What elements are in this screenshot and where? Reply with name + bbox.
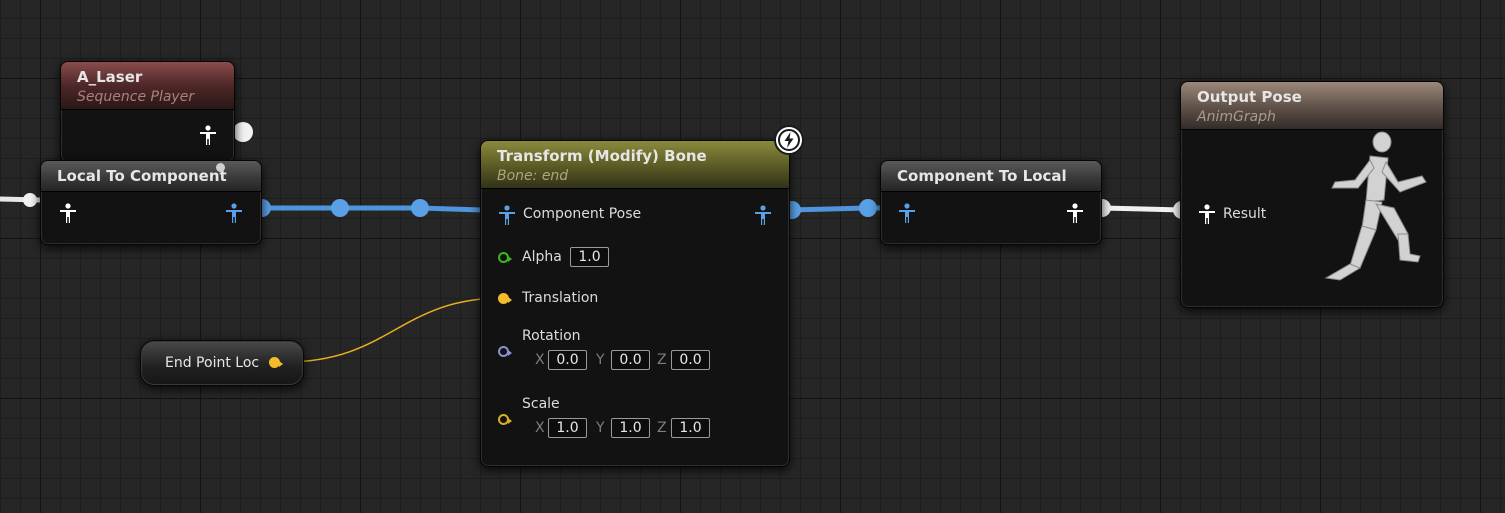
wire-local-to-transform[interactable]: [262, 205, 483, 213]
component-to-local-title: Component To Local: [897, 167, 1067, 185]
wire-endpoint-to-translation[interactable]: [284, 297, 504, 363]
rotation-z-input[interactable]: 0.0: [671, 350, 710, 370]
pose-output-pin-icon[interactable]: [754, 205, 772, 225]
pose-output-pin-icon[interactable]: [199, 125, 217, 145]
end-point-loc-label: End Point Loc: [165, 355, 260, 371]
reroute-knot-1[interactable]: [331, 199, 349, 217]
alpha-label: Alpha: [522, 249, 562, 265]
reroute-knot-3[interactable]: [859, 199, 877, 217]
local-to-component-node[interactable]: Local To Component: [40, 160, 262, 245]
alpha-input[interactable]: 1.0: [570, 247, 609, 267]
sequence-player-subtitle: Sequence Player: [77, 89, 195, 105]
sequence-player-node[interactable]: A_Laser Sequence Player: [60, 61, 235, 163]
scale-z-axis-label: Z: [657, 420, 667, 436]
transform-modify-bone-subtitle: Bone: end: [497, 168, 569, 184]
pin-dot-icon: [216, 163, 225, 172]
scale-pin-icon[interactable]: [498, 414, 512, 425]
end-point-loc-output-pin-icon[interactable]: [269, 357, 283, 368]
scale-y-axis-label: Y: [596, 420, 605, 436]
rotation-x-axis-label: X: [535, 352, 545, 368]
sequence-player-header[interactable]: A_Laser Sequence Player: [61, 62, 234, 110]
result-label: Result: [1223, 206, 1267, 222]
transform-modify-bone-node[interactable]: Transform (Modify) Bone Bone: end Compon…: [480, 140, 790, 467]
end-point-loc-variable-node[interactable]: End Point Loc: [140, 340, 304, 386]
output-pose-header[interactable]: Output Pose AnimGraph: [1181, 82, 1443, 130]
component-to-local-node[interactable]: Component To Local: [880, 160, 1102, 245]
component-pose-label: Component Pose: [523, 206, 642, 222]
output-pose-subtitle: AnimGraph: [1197, 109, 1276, 125]
translation-label: Translation: [522, 290, 599, 306]
reroute-knot-2[interactable]: [411, 199, 429, 217]
rotation-label: Rotation: [522, 328, 581, 344]
reroute-knot-top[interactable]: [233, 122, 253, 142]
mannequin-running-icon: [1300, 130, 1440, 290]
scale-label: Scale: [522, 396, 560, 412]
pose-input-pin-icon[interactable]: [59, 203, 77, 223]
lightning-bolt-icon: [774, 125, 804, 155]
wire-component-to-output[interactable]: [1101, 205, 1183, 213]
rotation-y-input[interactable]: 0.0: [611, 350, 650, 370]
component-pose-pin-icon[interactable]: [498, 205, 516, 225]
sequence-player-title: A_Laser: [77, 68, 143, 86]
pose-input-pin-icon[interactable]: [898, 203, 916, 223]
alpha-pin-icon[interactable]: [498, 252, 512, 263]
component-to-local-header[interactable]: Component To Local: [881, 161, 1101, 192]
transform-modify-bone-title: Transform (Modify) Bone: [497, 147, 707, 165]
rotation-x-input[interactable]: 0.0: [548, 350, 587, 370]
rotation-pin-icon[interactable]: [498, 346, 512, 357]
pose-output-pin-icon[interactable]: [225, 203, 243, 223]
transform-modify-bone-header[interactable]: Transform (Modify) Bone Bone: end: [481, 141, 789, 189]
scale-z-input[interactable]: 1.0: [671, 418, 710, 438]
output-pose-title: Output Pose: [1197, 88, 1302, 106]
scale-x-axis-label: X: [535, 420, 545, 436]
scale-x-input[interactable]: 1.0: [548, 418, 587, 438]
rotation-z-axis-label: Z: [657, 352, 667, 368]
result-pin-icon[interactable]: [1198, 204, 1216, 224]
translation-pin-icon[interactable]: [498, 293, 512, 304]
reroute-knot-left[interactable]: [23, 193, 37, 207]
scale-y-input[interactable]: 1.0: [611, 418, 650, 438]
rotation-y-axis-label: Y: [596, 352, 605, 368]
pose-output-pin-icon[interactable]: [1066, 203, 1084, 223]
local-to-component-header[interactable]: Local To Component: [41, 161, 261, 192]
